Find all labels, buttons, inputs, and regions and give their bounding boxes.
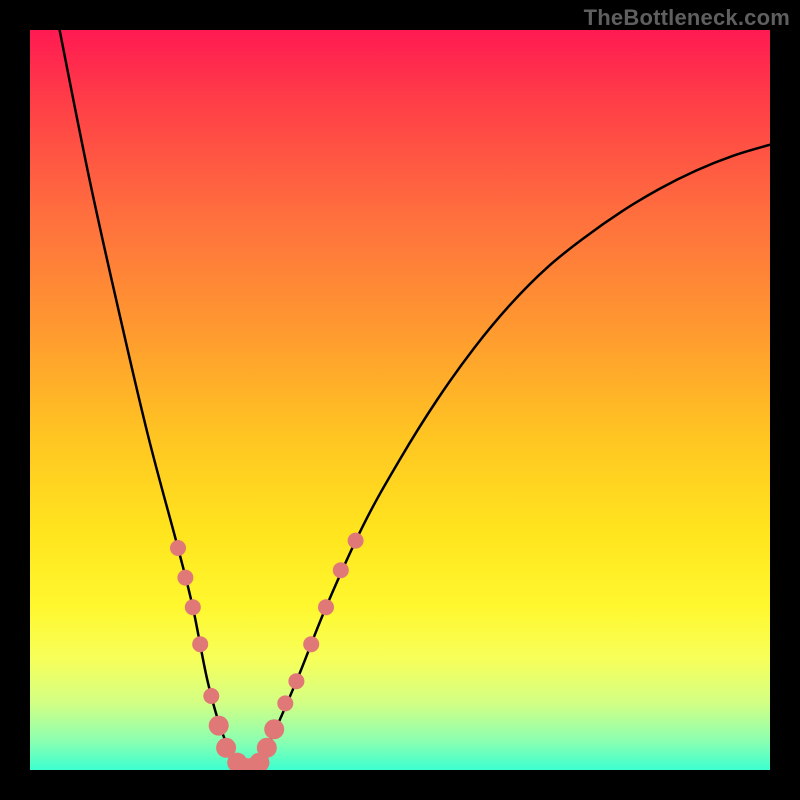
marker-dot xyxy=(277,695,293,711)
marker-dot xyxy=(288,673,304,689)
plot-area xyxy=(30,30,770,770)
chart-svg xyxy=(30,30,770,770)
marker-dot xyxy=(203,688,219,704)
marker-dot xyxy=(303,636,319,652)
marker-dot xyxy=(209,716,229,736)
marker-dot xyxy=(185,599,201,615)
watermark-label: TheBottleneck.com xyxy=(584,5,790,31)
marker-group xyxy=(170,533,364,770)
marker-dot xyxy=(333,562,349,578)
curve-line xyxy=(60,30,770,770)
marker-dot xyxy=(348,533,364,549)
chart-container: TheBottleneck.com xyxy=(0,0,800,800)
marker-dot xyxy=(318,599,334,615)
marker-dot xyxy=(192,636,208,652)
marker-dot xyxy=(177,570,193,586)
marker-dot xyxy=(264,719,284,739)
marker-dot xyxy=(170,540,186,556)
marker-dot xyxy=(257,738,277,758)
